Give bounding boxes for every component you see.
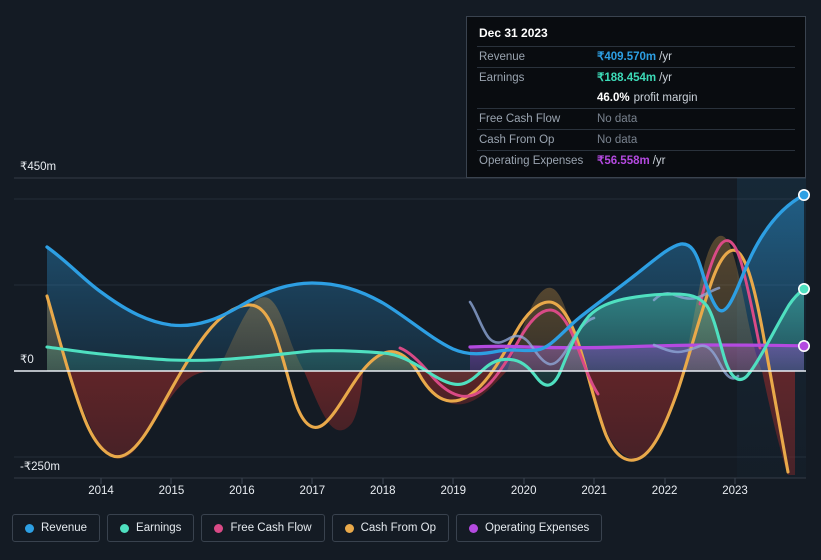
x-axis-label-2023: 2023 bbox=[722, 485, 748, 497]
revenue-endpoint-marker bbox=[797, 189, 810, 202]
x-axis-label-2015: 2015 bbox=[158, 485, 185, 497]
legend-color-dot-icon bbox=[120, 523, 130, 533]
tooltip-row: Free Cash Flow No data bbox=[477, 108, 795, 129]
legend-item-label: Earnings bbox=[136, 522, 182, 534]
tooltip-row-value: ₹188.454m bbox=[597, 71, 657, 84]
tooltip-row-label: Operating Expenses bbox=[479, 154, 584, 167]
negative-area bbox=[67, 371, 218, 459]
chart-tooltip: Dec 31 2023 Revenue ₹409.570m/yr Earnings ₹… bbox=[466, 16, 806, 178]
legend-color-dot-icon bbox=[344, 523, 354, 533]
x-axis-label-2021: 2021 bbox=[581, 485, 607, 497]
tooltip-row-label: Revenue bbox=[479, 50, 526, 63]
x-axis-label-2017: 2017 bbox=[299, 485, 326, 497]
y-axis-label-zero: ₹0 bbox=[20, 352, 38, 366]
legend-color-dot-icon bbox=[214, 523, 224, 533]
legend-item-label: Operating Expenses bbox=[485, 522, 590, 534]
tooltip-row-unit: profit margin bbox=[633, 91, 698, 104]
tooltip-row: Revenue ₹409.570m/yr bbox=[477, 46, 795, 67]
x-axis-ticks bbox=[100, 478, 736, 484]
tooltip-row-value: ₹409.570m bbox=[597, 50, 657, 63]
legend-item-label: Cash From Op bbox=[360, 522, 437, 534]
x-axis-label-2022: 2022 bbox=[651, 485, 678, 497]
legend-item-label: Free Cash Flow bbox=[230, 522, 312, 534]
y-axis-label-bottom: -₹250m bbox=[20, 459, 64, 473]
legend-color-dot-icon bbox=[469, 523, 479, 533]
legend-item-operating-expenses[interactable]: Operating Expenses bbox=[456, 514, 603, 542]
tooltip-row-value: ₹56.558m bbox=[597, 154, 650, 167]
x-axis-label-2014: 2014 bbox=[88, 485, 114, 497]
tooltip-row-label: Earnings bbox=[479, 71, 525, 84]
legend-item-earnings[interactable]: Earnings bbox=[107, 514, 195, 542]
tooltip-rows: Revenue ₹409.570m/yr Earnings ₹188.454m/yr 4… bbox=[477, 46, 795, 171]
tooltip-row-label: Free Cash Flow bbox=[479, 112, 561, 125]
tooltip-row: Earnings ₹188.454m/yr bbox=[477, 67, 795, 88]
tooltip-row-value: 46.0% bbox=[597, 91, 630, 104]
legend-item-label: Revenue bbox=[41, 522, 88, 534]
tooltip-row-unit: /yr bbox=[659, 71, 672, 84]
tooltip-row-value: No data bbox=[597, 112, 638, 125]
opex-endpoint-marker bbox=[797, 339, 810, 352]
legend-item-revenue[interactable]: Revenue bbox=[12, 514, 101, 542]
tooltip-row-unit: /yr bbox=[659, 50, 672, 63]
x-axis-label-2016: 2016 bbox=[229, 485, 255, 497]
legend-item-cash-from-op[interactable]: Cash From Op bbox=[331, 514, 450, 542]
tooltip-row: Operating Expenses ₹56.558m/yr bbox=[477, 150, 795, 171]
chart-legend: Revenue Earnings Free Cash Flow Cash From O… bbox=[12, 514, 603, 542]
x-axis-label-2018: 2018 bbox=[370, 485, 396, 497]
tooltip-row-label: Cash From Op bbox=[479, 133, 555, 146]
tooltip-row: 46.0% profit margin bbox=[477, 88, 795, 108]
tooltip-date: Dec 31 2023 bbox=[479, 26, 548, 40]
legend-color-dot-icon bbox=[25, 523, 34, 533]
tooltip-row: Cash From Op No data bbox=[477, 129, 795, 150]
x-axis-label-2019: 2019 bbox=[440, 485, 467, 497]
tooltip-row-unit: /yr bbox=[652, 154, 666, 167]
chart-page: ₹450m ₹0 -₹250m 2014 2015 2016 2017 2018 2019… bbox=[0, 0, 821, 560]
y-axis-label-top: ₹450m bbox=[20, 159, 61, 173]
legend-item-free-cash-flow[interactable]: Free Cash Flow bbox=[201, 514, 325, 542]
earnings-endpoint-marker bbox=[797, 282, 810, 295]
x-axis-label-2020: 2020 bbox=[510, 485, 537, 497]
tooltip-row-value: No data bbox=[597, 133, 638, 146]
